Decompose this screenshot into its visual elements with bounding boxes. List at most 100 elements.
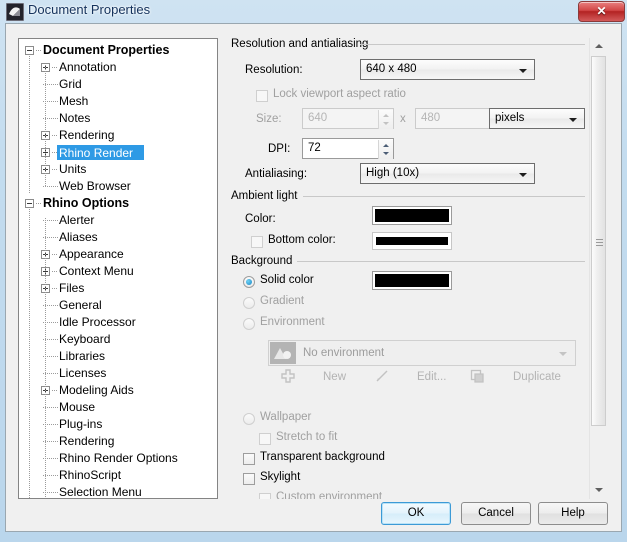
sidebar-item-selection-menu[interactable]: Selection Menu <box>19 484 217 499</box>
antialiasing-value: High (10x) <box>366 167 420 179</box>
environment-value: No environment <box>303 347 385 359</box>
resolution-dropdown[interactable]: 640 x 480 <box>360 59 535 80</box>
collapse-icon[interactable] <box>25 46 34 55</box>
sidebar-item-mouse[interactable]: Mouse <box>19 399 217 416</box>
sidebar-item-annotation[interactable]: Annotation <box>19 59 217 76</box>
bottom-color-fill <box>376 237 448 245</box>
sidebar-item-rhino-render-options[interactable]: Rhino Render Options <box>19 450 217 467</box>
stepper-down-icon <box>383 152 389 155</box>
duplicate-environment-label[interactable]: Duplicate <box>513 371 561 383</box>
collapse-icon[interactable] <box>25 199 34 208</box>
sidebar-item-label: Aliases <box>59 230 98 244</box>
sidebar-item-files[interactable]: Files <box>19 280 217 297</box>
size-height-value: 480 <box>421 112 441 124</box>
sidebar-item-plug-ins[interactable]: Plug-ins <box>19 416 217 433</box>
sidebar-item-rendering[interactable]: Rendering <box>19 127 217 144</box>
dpi-stepper[interactable] <box>378 140 393 159</box>
scrollbar-thumb[interactable] <box>591 56 606 426</box>
copy-icon[interactable] <box>470 369 486 386</box>
wallpaper-radio[interactable] <box>243 413 255 425</box>
resolution-group-rule <box>360 44 585 45</box>
sidebar-item-alerter[interactable]: Alerter <box>19 212 217 229</box>
bottom-color-checkbox[interactable] <box>251 236 263 248</box>
solid-color-label: Solid color <box>260 274 314 286</box>
dpi-input[interactable]: 72 <box>302 138 394 159</box>
lock-aspect-ratio-checkbox[interactable] <box>256 90 268 102</box>
edit-environment-label[interactable]: Edit... <box>417 371 446 383</box>
custom-environment-checkbox[interactable] <box>259 493 271 499</box>
sidebar-item-appearance[interactable]: Appearance <box>19 246 217 263</box>
background-color-swatch[interactable] <box>372 271 452 290</box>
sidebar-item-document-properties[interactable]: Document Properties <box>19 42 217 59</box>
size-width-input[interactable]: 640 <box>302 108 394 129</box>
sidebar-item-label: Mouse <box>59 400 96 414</box>
sidebar-item-label: Rendering <box>59 434 115 448</box>
close-icon: ✕ <box>596 4 607 18</box>
ok-button[interactable]: OK <box>381 502 451 525</box>
plus-icon[interactable] <box>281 369 295 386</box>
tree-guide-line <box>36 50 42 51</box>
chevron-down-icon <box>559 352 567 356</box>
solid-color-radio[interactable] <box>243 276 255 288</box>
sidebar-item-notes[interactable]: Notes <box>19 110 217 127</box>
pane-scrollbar[interactable] <box>589 38 607 499</box>
sidebar-item-licenses[interactable]: Licenses <box>19 365 217 382</box>
tree-guide-line <box>52 135 58 136</box>
sidebar-item-idle-processor[interactable]: Idle Processor <box>19 314 217 331</box>
sidebar-item-grid[interactable]: Grid <box>19 76 217 93</box>
pencil-icon[interactable] <box>375 369 391 386</box>
transparent-background-checkbox[interactable] <box>243 453 255 465</box>
environment-picker[interactable]: No environment <box>268 340 576 366</box>
sidebar-item-units[interactable]: Units <box>19 161 217 178</box>
cancel-button[interactable]: Cancel <box>461 502 531 525</box>
scroll-down-button[interactable] <box>590 482 607 499</box>
scrollbar-grip-icon <box>596 245 603 246</box>
sidebar-item-rendering[interactable]: Rendering <box>19 433 217 450</box>
tree-guide-line <box>36 203 42 204</box>
settings-tree[interactable]: Document Properties Annotation Grid Mesh Not… <box>18 38 218 499</box>
background-group-rule <box>297 261 585 262</box>
sidebar-item-web-browser[interactable]: Web Browser <box>19 178 217 195</box>
title-bar: Document Properties ✕ <box>0 0 627 22</box>
document-properties-window: Document Properties ✕ Document Propertie… <box>0 0 627 542</box>
sidebar-item-label: Annotation <box>59 60 117 74</box>
new-environment-label[interactable]: New <box>323 371 346 383</box>
size-separator: x <box>400 113 406 125</box>
ambient-color-swatch[interactable] <box>372 206 452 225</box>
sidebar-item-label: Plug-ins <box>59 417 103 431</box>
sidebar-item-aliases[interactable]: Aliases <box>19 229 217 246</box>
sidebar-item-mesh[interactable]: Mesh <box>19 93 217 110</box>
size-width-stepper[interactable] <box>378 110 393 129</box>
sidebar-item-label: Rhino Render Options <box>59 451 178 465</box>
sidebar-item-context-menu[interactable]: Context Menu <box>19 263 217 280</box>
stepper-down-icon <box>383 122 389 125</box>
close-button[interactable]: ✕ <box>578 1 625 22</box>
sidebar-item-label: Document Properties <box>43 43 170 57</box>
bottom-color-label: Bottom color: <box>268 234 336 246</box>
sidebar-item-rhinoscript[interactable]: RhinoScript <box>19 467 217 484</box>
sidebar-item-modeling-aids[interactable]: Modeling Aids <box>19 382 217 399</box>
sidebar-item-rhino-options[interactable]: Rhino Options <box>19 195 217 212</box>
stretch-to-fit-checkbox[interactable] <box>259 433 271 445</box>
bottom-color-swatch[interactable] <box>372 232 452 250</box>
tree-guide-line <box>52 67 58 68</box>
antialiasing-label: Antialiasing: <box>245 168 308 180</box>
gradient-radio[interactable] <box>243 297 255 309</box>
sidebar-item-rhino-render[interactable]: Rhino Render <box>19 144 217 161</box>
skylight-checkbox[interactable] <box>243 473 255 485</box>
background-group-title: Background <box>231 255 293 267</box>
sidebar-item-label: Grid <box>59 77 82 91</box>
dialog-body: Document Properties Annotation Grid Mesh Not… <box>5 23 622 532</box>
environment-radio[interactable] <box>243 318 255 330</box>
environment-thumbnail-icon <box>270 342 296 364</box>
sidebar-item-general[interactable]: General <box>19 297 217 314</box>
sidebar-item-label: Idle Processor <box>59 315 136 329</box>
size-units-dropdown[interactable]: pixels <box>489 108 585 129</box>
help-button[interactable]: Help <box>538 502 608 525</box>
sidebar-item-keyboard[interactable]: Keyboard <box>19 331 217 348</box>
scroll-up-button[interactable] <box>590 38 607 55</box>
sidebar-item-label: Appearance <box>59 247 124 261</box>
sidebar-item-libraries[interactable]: Libraries <box>19 348 217 365</box>
sidebar-item-label: Selection Menu <box>59 485 142 499</box>
antialiasing-dropdown[interactable]: High (10x) <box>360 163 535 184</box>
